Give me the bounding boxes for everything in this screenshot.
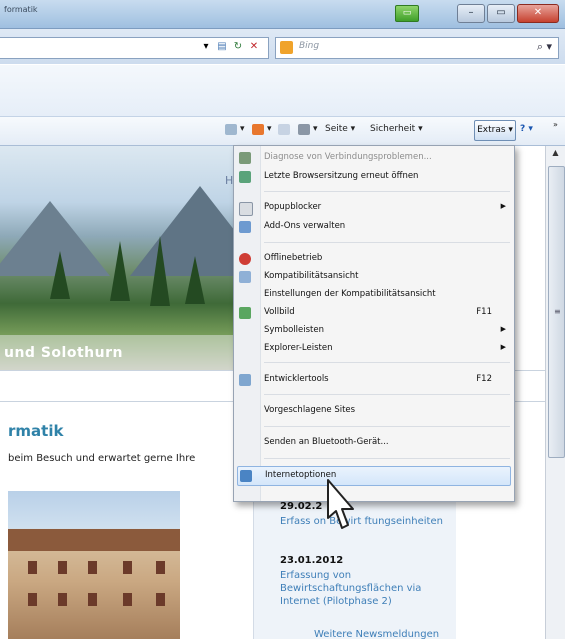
menu-item-label: Vollbild [264, 307, 295, 317]
security-menu-button[interactable]: Sicherheit ▾ [370, 124, 423, 134]
devtools-icon [239, 374, 251, 386]
more-news-link[interactable]: Weitere Newsmeldungen [314, 629, 439, 639]
help-menu-button[interactable]: ? ▾ [520, 124, 533, 134]
maximize-button[interactable]: ▭ [487, 4, 515, 23]
page-menu-button[interactable]: Seite ▾ [325, 124, 355, 134]
home-icon[interactable] [225, 124, 237, 135]
menu-item-reopen-session[interactable]: Letzte Browsersitzung erneut öffnen [234, 168, 514, 186]
menu-item-explorer-bars[interactable]: Explorer-Leisten ▶ [234, 340, 514, 358]
submenu-arrow-icon: ▶ [500, 343, 506, 351]
menu-item-addons[interactable]: Add-Ons verwalten [234, 218, 514, 236]
menu-item-suggested-sites[interactable]: Vorgeschlagene Sites [234, 402, 514, 420]
tools-menu-button[interactable]: Extras ▾ [474, 120, 516, 141]
fullscreen-icon [239, 307, 251, 319]
feeds-dropdown-icon[interactable]: ▾ [267, 124, 272, 134]
tools-dropdown-menu: Diagnose von Verbindungsproblemen... Let… [233, 145, 515, 502]
address-row: ▾ ▤ ↻ ✕ Bing ⌕ ▾ [0, 29, 565, 64]
menu-item-label: Diagnose von Verbindungsproblemen... [264, 152, 432, 162]
menu-item-label: Entwicklertools [264, 374, 329, 384]
command-bar: ▾ ▾ ▾ Seite ▾ Sicherheit ▾ Extras ▾ ? ▾ … [0, 117, 565, 146]
print-dropdown-icon[interactable]: ▾ [313, 124, 318, 134]
intro-text: beim Besuch und erwartet gerne Ihre [8, 453, 196, 464]
menu-item-label: Symbolleisten [264, 325, 324, 335]
scroll-up-icon[interactable]: ▲ [548, 148, 563, 162]
search-placeholder: Bing [299, 41, 320, 51]
news-link[interactable]: Erfass on Bewirt ftungseinheiten [280, 515, 450, 528]
menu-item-label: Explorer-Leisten [264, 343, 333, 353]
minimize-button[interactable]: – [457, 4, 485, 23]
print-icon[interactable] [298, 124, 310, 135]
internet-options-icon [240, 470, 252, 482]
scroll-thumb[interactable]: ≡ [548, 166, 565, 458]
compatibility-icon [239, 271, 251, 283]
menu-separator [264, 426, 510, 427]
favorites-bar [0, 65, 565, 117]
popup-blocker-icon [239, 202, 253, 216]
window-controls: – ▭ ✕ [455, 4, 559, 23]
menu-item-fullscreen[interactable]: Vollbild F11 [234, 304, 514, 322]
menu-separator [264, 362, 510, 363]
green-toolbar-icon[interactable]: ▭ [395, 5, 419, 22]
overflow-chevron-icon[interactable]: » [553, 120, 558, 129]
menu-item-popup-blocker[interactable]: Popupblocker ▶ [234, 199, 514, 217]
menu-item-devtools[interactable]: Entwicklertools F12 [234, 371, 514, 389]
close-button[interactable]: ✕ [517, 4, 559, 23]
address-dropdown-icon[interactable]: ▾ [200, 38, 212, 56]
menu-separator [264, 458, 510, 459]
page-heading: rmatik [8, 422, 64, 440]
vertical-scrollbar[interactable]: ▲ ≡ [545, 146, 565, 639]
menu-item-compatibility-view[interactable]: Kompatibilitätsansicht [234, 268, 514, 286]
feeds-icon[interactable] [252, 124, 264, 135]
mail-icon[interactable] [278, 124, 290, 135]
menu-item-label: Popupblocker [264, 202, 322, 212]
menu-shortcut: F12 [476, 374, 492, 384]
building-photo [8, 491, 180, 639]
menu-item-label: Offlinebetrieb [264, 253, 323, 263]
news-sidebar: 29.02.2 Erfass on Bewirt ftungseinheiten… [253, 481, 456, 639]
submenu-arrow-icon: ▶ [500, 202, 506, 210]
magnifier-icon[interactable]: ⌕ ▾ [537, 40, 552, 54]
menu-item-diagnose[interactable]: Diagnose von Verbindungsproblemen... [234, 149, 514, 167]
news-link[interactable]: Erfassung von Bewirtschaftungsflächen vi… [280, 569, 450, 608]
menu-item-label: Einstellungen der Kompatibilitätsansicht [264, 289, 436, 299]
menu-item-label: Letzte Browsersitzung erneut öffnen [264, 171, 419, 181]
menu-item-bluetooth[interactable]: Senden an Bluetooth-Gerät... [234, 434, 514, 452]
refresh-icon[interactable]: ↻ [231, 38, 245, 56]
window-titlebar: formatik ▭ – ▭ ✕ [0, 0, 565, 29]
menu-item-compatibility-settings[interactable]: Einstellungen der Kompatibilitätsansicht [234, 286, 514, 304]
menu-item-label: Add-Ons verwalten [264, 221, 346, 231]
network-diagnose-icon [239, 152, 251, 164]
menu-separator [264, 191, 510, 192]
menu-item-label: Senden an Bluetooth-Gerät... [264, 437, 389, 447]
reopen-session-icon [239, 171, 251, 183]
addons-icon [239, 221, 251, 233]
menu-shortcut: F11 [476, 307, 492, 317]
menu-item-internet-options[interactable]: Internetoptionen [237, 466, 511, 486]
search-input[interactable]: Bing ⌕ ▾ [275, 37, 559, 59]
news-date: 23.01.2012 [280, 555, 344, 566]
compatibility-view-icon[interactable]: ▤ [215, 38, 229, 56]
home-dropdown-icon[interactable]: ▾ [240, 124, 245, 134]
submenu-arrow-icon: ▶ [500, 325, 506, 333]
mouse-pointer-icon [327, 479, 354, 529]
window-title: formatik [4, 5, 38, 14]
menu-item-offline[interactable]: Offlinebetrieb [234, 250, 514, 268]
bing-logo-icon [280, 41, 293, 54]
menu-item-label: Vorgeschlagene Sites [264, 405, 356, 415]
offline-icon [239, 253, 251, 265]
menu-separator [264, 394, 510, 395]
menu-item-label: Kompatibilitätsansicht [264, 271, 359, 281]
menu-separator [264, 242, 510, 243]
stop-icon[interactable]: ✕ [247, 38, 261, 56]
menu-item-toolbars[interactable]: Symbolleisten ▶ [234, 322, 514, 340]
grip-icon: ≡ [554, 307, 561, 316]
banner-caption: und Solothurn [4, 345, 123, 361]
